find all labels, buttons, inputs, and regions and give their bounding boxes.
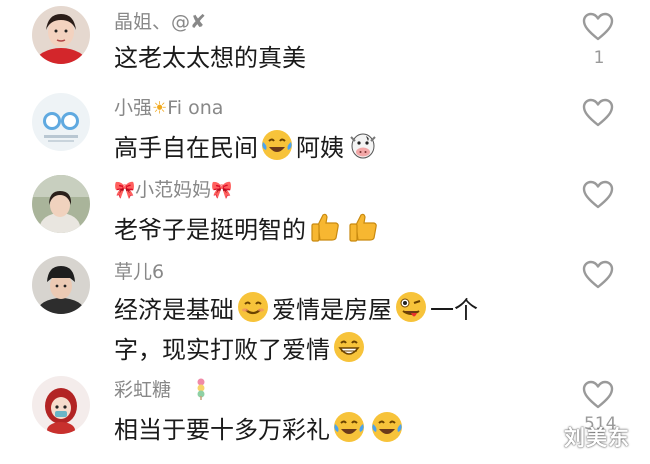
comment-username[interactable]: 彩虹糖 bbox=[114, 378, 211, 402]
heart-outline-icon[interactable] bbox=[582, 180, 614, 210]
avatar[interactable] bbox=[32, 256, 90, 314]
avatar[interactable] bbox=[32, 6, 90, 64]
thumbs-up-emoji bbox=[346, 210, 380, 244]
comment-username[interactable]: 🎀小范妈妈🎀 bbox=[114, 178, 232, 203]
heart-outline-icon[interactable] bbox=[582, 12, 614, 42]
cow-emoji bbox=[346, 128, 380, 162]
heart-outline-icon[interactable] bbox=[582, 98, 614, 128]
comment-text: 经济是基础 爱情是房屋 一个 bbox=[114, 290, 478, 328]
comment-text-part: 字，现实打败了爱情 bbox=[114, 336, 330, 364]
heart-outline-icon[interactable] bbox=[582, 380, 614, 410]
like-count: 1 bbox=[593, 48, 605, 68]
avatar[interactable] bbox=[32, 93, 90, 151]
bow-icon: 🎀 bbox=[114, 180, 136, 201]
username-text: 彩虹糖 bbox=[114, 379, 172, 401]
comment-text: 老爷子是挺明智的 bbox=[114, 210, 382, 248]
laugh-cry-emoji bbox=[260, 128, 294, 162]
comment-username[interactable]: 草儿6 bbox=[114, 260, 164, 284]
heart-outline-icon[interactable] bbox=[582, 260, 614, 290]
comment-text-part: 相当于要十多万彩礼 bbox=[114, 416, 330, 444]
wink-tongue-emoji bbox=[394, 290, 428, 324]
bow-icon: 🎀 bbox=[211, 180, 233, 201]
laugh-cry-emoji bbox=[332, 410, 366, 444]
comment-text-part: 经济是基础 bbox=[114, 296, 234, 324]
candy-icon bbox=[197, 378, 205, 400]
comment-text: 高手自在民间 阿姨 bbox=[114, 128, 382, 166]
comment-text-part: 爱情是房屋 bbox=[272, 296, 392, 324]
avatar[interactable] bbox=[32, 175, 90, 233]
comment-text-part: 阿姨 bbox=[296, 134, 344, 162]
username-text: 小范妈妈 bbox=[135, 179, 212, 201]
username-suffix: Fi ona bbox=[167, 97, 224, 119]
watermark: 刘美东 bbox=[564, 426, 630, 450]
username-text: 小强 bbox=[114, 97, 153, 119]
comment-text-part: 老爷子是挺明智的 bbox=[114, 216, 306, 244]
sun-icon: ☀ bbox=[152, 98, 168, 119]
comment-text-part: 一个 bbox=[430, 296, 478, 324]
comment-username[interactable]: 晶姐、@✘ bbox=[114, 10, 206, 34]
comment-text-part: 高手自在民间 bbox=[114, 134, 258, 162]
grin-emoji bbox=[332, 330, 366, 364]
laugh-cry-emoji bbox=[370, 410, 404, 444]
comment-text: 相当于要十多万彩礼 bbox=[114, 410, 406, 448]
comment-text: 这老太太想的真美 bbox=[114, 44, 306, 72]
avatar[interactable] bbox=[32, 376, 90, 434]
comment-text: 字，现实打败了爱情 bbox=[114, 330, 368, 368]
thumbs-up-emoji bbox=[308, 210, 342, 244]
comment-username[interactable]: 小强☀Fi ona bbox=[114, 96, 223, 121]
smile-emoji bbox=[236, 290, 270, 324]
